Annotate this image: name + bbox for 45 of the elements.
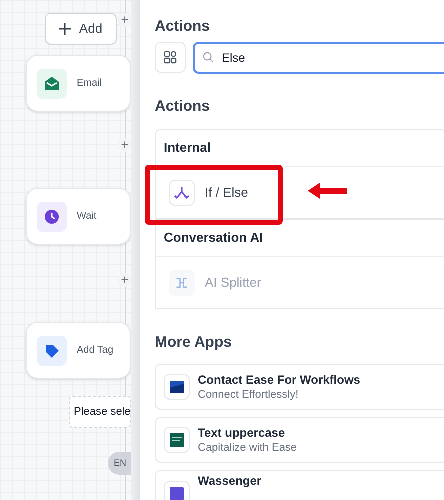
add-step-button[interactable] (118, 138, 132, 152)
section-title: Actions (155, 97, 212, 117)
app-tagline: Capitalize with Ease (198, 440, 298, 456)
app-name: Wassenger (198, 473, 262, 489)
app-logo-icon (169, 486, 185, 500)
splitter-icon (175, 276, 189, 290)
step-card[interactable]: Wait (26, 188, 131, 245)
end-pill: EN (108, 452, 131, 475)
add-step-button[interactable] (118, 273, 132, 287)
plus-icon (121, 16, 129, 24)
search-field[interactable]: Else (193, 42, 444, 74)
app-card[interactable]: Wassenger (155, 470, 444, 500)
branch-icon (174, 184, 190, 200)
envelope-icon (44, 76, 60, 92)
group-title: Internal (156, 130, 444, 167)
arrow-icon (307, 183, 347, 199)
section-title: More Apps (155, 333, 233, 353)
plus-icon (121, 276, 129, 284)
step-label: Email (77, 77, 102, 91)
grid-view-button[interactable] (155, 42, 186, 73)
tag-icon (44, 342, 60, 358)
step-label: Wait (77, 210, 97, 224)
step-label: Add Tag (77, 344, 114, 358)
panel-title: Actions (155, 17, 212, 37)
add-button[interactable]: Add (45, 13, 117, 45)
app-name: Text uppercase (198, 424, 286, 440)
action-item[interactable]: If / Else (156, 167, 444, 218)
step-card[interactable]: Add Tag (26, 322, 131, 379)
step-card[interactable]: Email (26, 55, 131, 112)
placeholder-step[interactable]: Please sele (69, 396, 131, 428)
action-label: If / Else (205, 184, 248, 202)
app-logo-icon (169, 379, 185, 395)
app-card[interactable]: Contact Ease For Workflows Connect Effortlessly! (155, 364, 444, 410)
plus-icon (121, 141, 129, 149)
add-step-button[interactable] (118, 13, 132, 27)
clock-icon (44, 208, 60, 224)
app-tagline: Connect Effortlessly! (198, 388, 300, 402)
plus-icon (59, 23, 72, 35)
group-title: Conversation AI (156, 220, 444, 257)
grid-icon (164, 51, 177, 64)
action-label: AI Splitter (205, 274, 262, 292)
app-logo-icon (169, 432, 185, 448)
app-card[interactable]: Text uppercase Capitalize with Ease (155, 417, 444, 463)
app-name: Contact Ease For Workflows (198, 372, 360, 388)
search-icon (203, 52, 214, 63)
